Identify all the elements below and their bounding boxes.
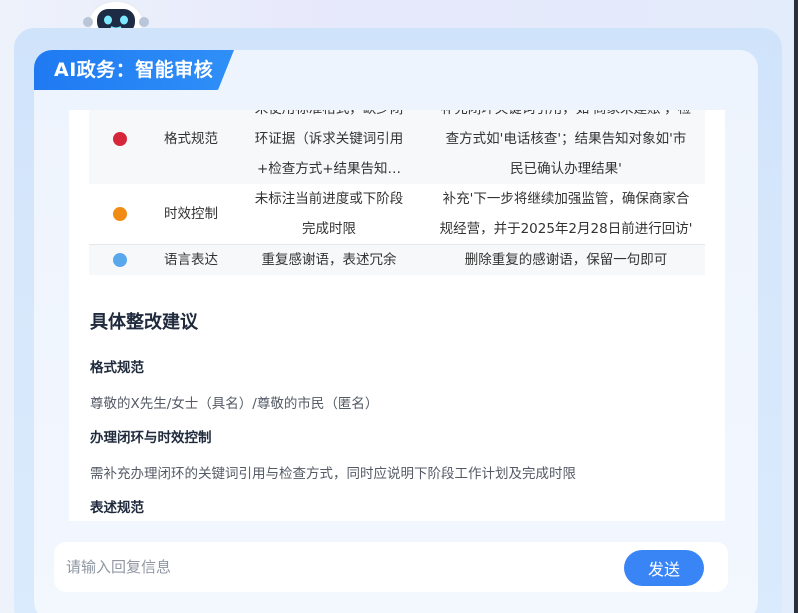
suggestion-text: 尊敬的X先生/女士（具名）/尊敬的市民（匿名） <box>90 396 379 412</box>
send-button[interactable]: 发送 <box>624 550 704 586</box>
table-row: 格式规范 未使用标准格式，缺少闭 环证据（诉求关键词引用 +检查方式+结果告知…… <box>89 110 705 184</box>
issue-type: 时效控制 <box>164 206 218 222</box>
suggestion-heading: 表述规范 <box>90 500 144 516</box>
review-result-panel: 格式规范 未使用标准格式，缺少闭 环证据（诉求关键词引用 +检查方式+结果告知…… <box>69 110 725 521</box>
severity-dot-icon <box>113 132 127 146</box>
window-edge <box>794 0 798 613</box>
issue-fix: 删除重复的感谢语，保留一句即可 <box>464 252 668 268</box>
issue-fix: 补充'下一步将继续加强监管，确保商家合 规经营，并于2025年2月28日前进行回… <box>439 191 693 237</box>
table-row: 时效控制 未标注当前进度或下阶段 完成时限 补充'下一步将继续加强监管，确保商家… <box>89 184 705 245</box>
issue-description: 重复感谢语，表述冗余 <box>261 252 397 268</box>
suggestion-heading: 格式规范 <box>90 360 144 376</box>
suggestions-title: 具体整改建议 <box>90 312 198 333</box>
issue-fix: 补充闭环关键词引用，如'商家未建账'，检 查方式如'电话核查'；结果告知对象如'… <box>441 110 691 177</box>
issue-description: 未使用标准格式，缺少闭 环证据（诉求关键词引用 +检查方式+结果告知… <box>254 110 404 177</box>
severity-dot-icon <box>113 207 127 221</box>
table-row: 语言表达 重复感谢语，表述冗余 删除重复的感谢语，保留一句即可 <box>89 244 705 275</box>
reply-input-bar: 发送 <box>54 542 728 592</box>
issue-type: 格式规范 <box>164 131 218 147</box>
severity-dot-icon <box>113 253 127 267</box>
issue-description: 未标注当前进度或下阶段 完成时限 <box>254 191 404 237</box>
suggestion-text: 需补充办理闭环的关键词引用与检查方式，同时应说明下阶段工作计划及完成时限 <box>90 466 576 482</box>
issues-table: 格式规范 未使用标准格式，缺少闭 环证据（诉求关键词引用 +检查方式+结果告知…… <box>89 110 705 275</box>
issue-type: 语言表达 <box>164 252 218 268</box>
page-title: AI政务：智能审核 <box>34 50 234 90</box>
suggestion-heading: 办理闭环与时效控制 <box>90 430 212 446</box>
reply-input[interactable] <box>66 552 606 582</box>
